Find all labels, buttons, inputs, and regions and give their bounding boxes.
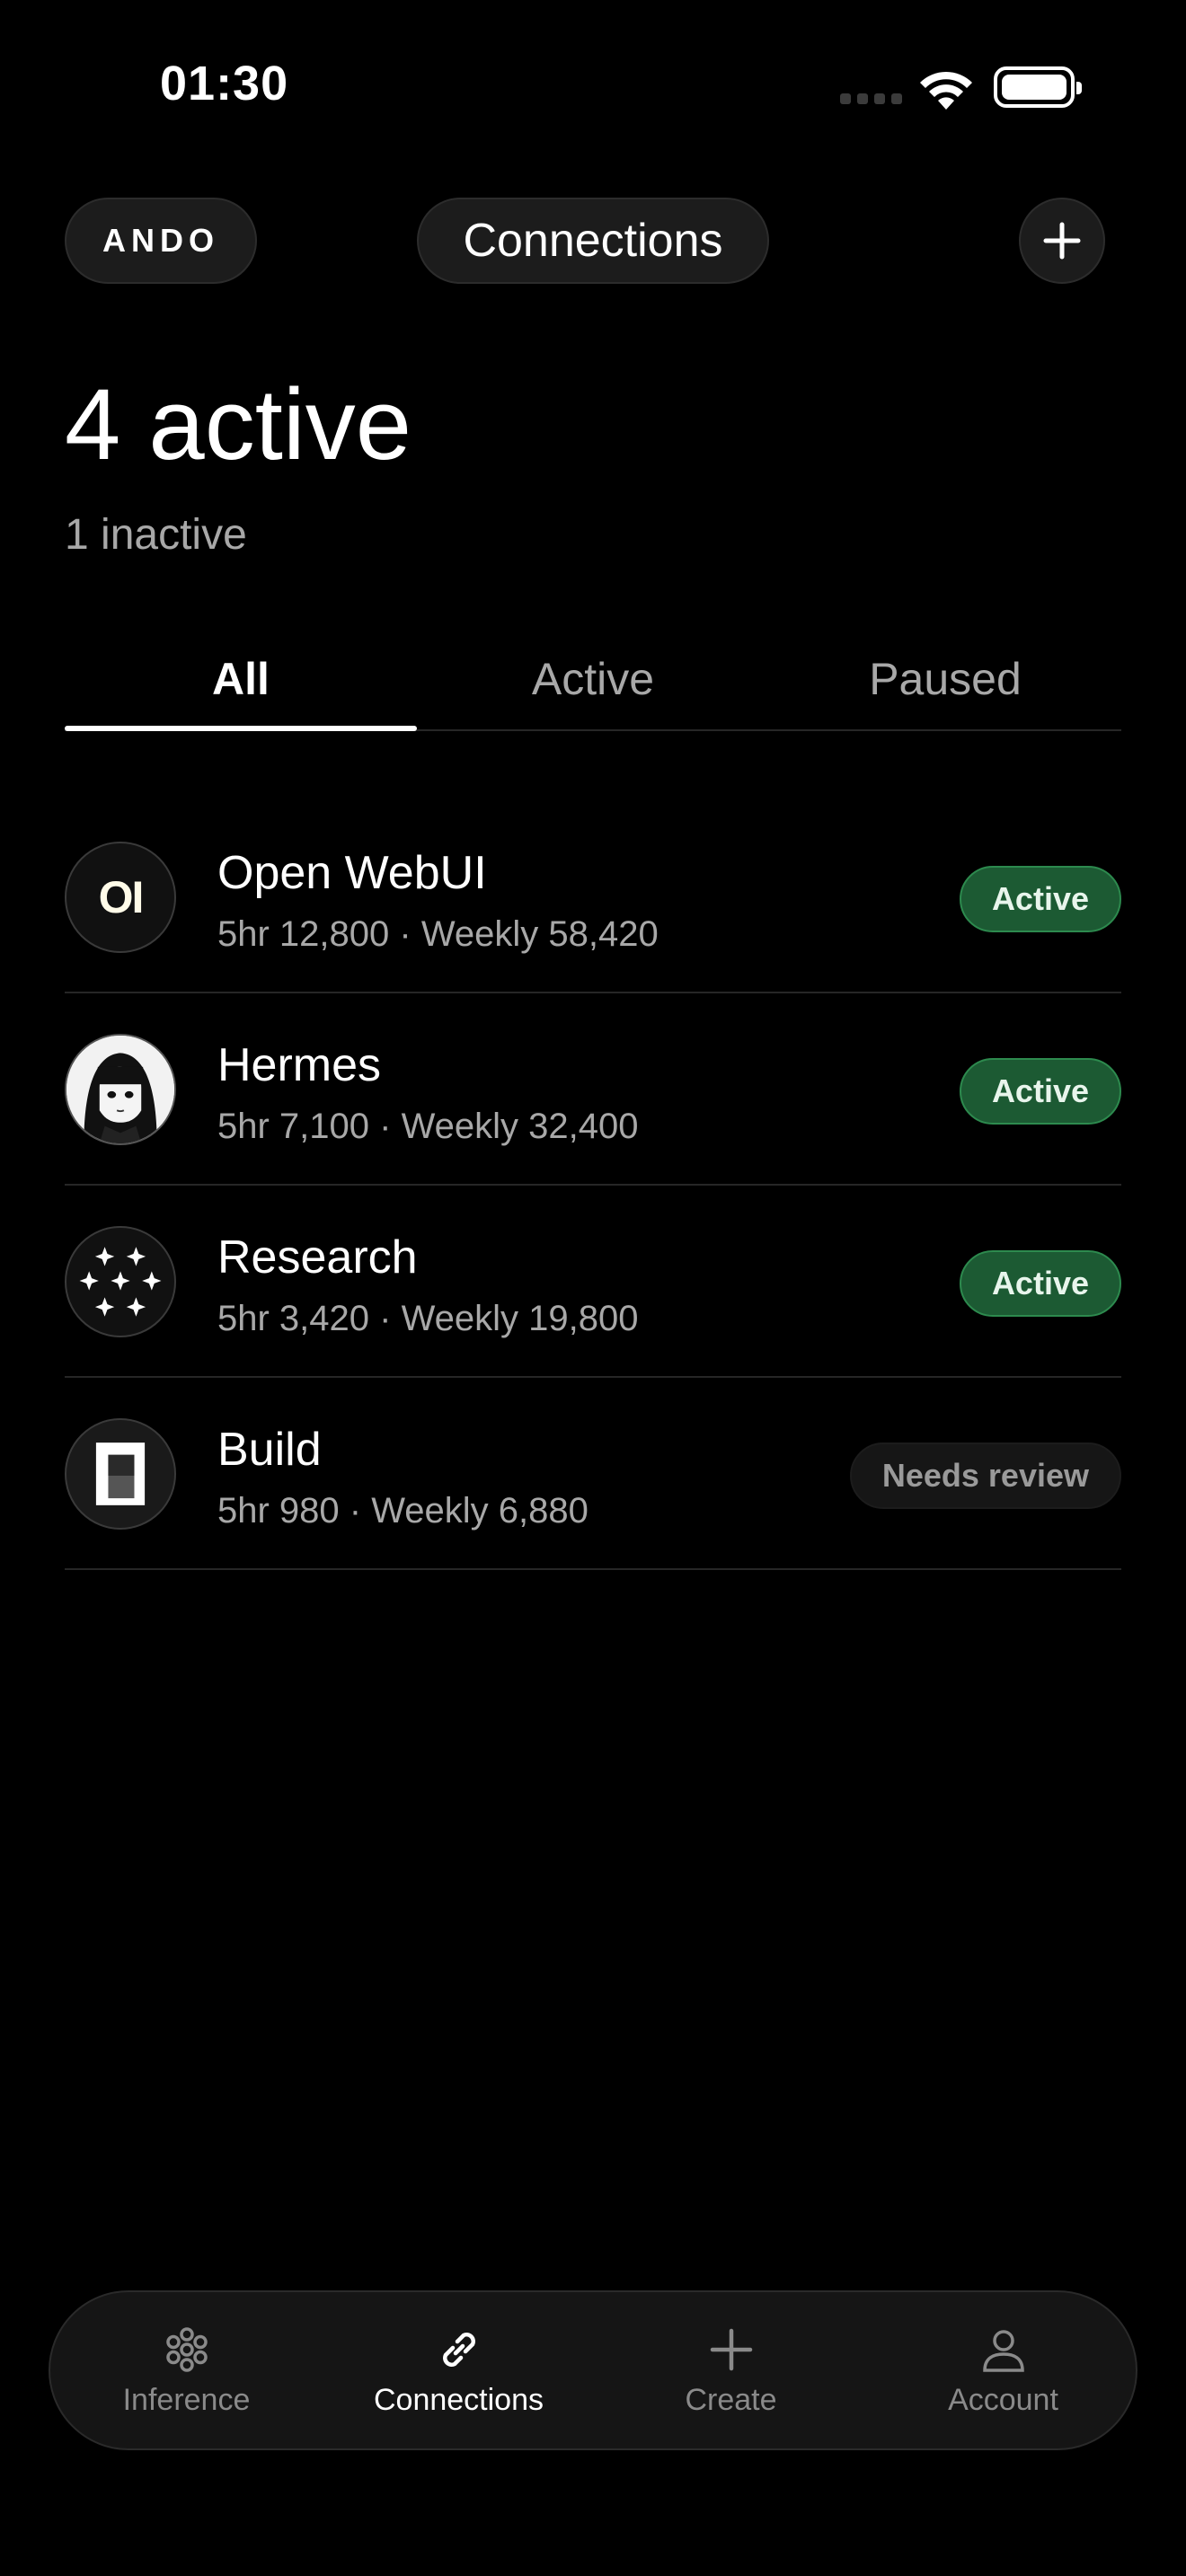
status-badge: Active bbox=[959, 1250, 1121, 1317]
connection-usage: 5hr 7,100 · Weekly 32,400 bbox=[217, 1107, 639, 1146]
connection-name: Hermes bbox=[217, 1039, 382, 1091]
status-time: 01:30 bbox=[160, 57, 289, 110]
connection-name: Build bbox=[217, 1424, 322, 1476]
nav-label: Connections bbox=[373, 2382, 544, 2417]
hermes-avatar-icon bbox=[65, 1034, 176, 1145]
connection-usage: 5hr 3,420 · Weekly 19,800 bbox=[217, 1299, 639, 1338]
status-badge: Needs review bbox=[849, 1442, 1121, 1509]
open-webui-logo-text: OI bbox=[98, 872, 145, 922]
filter-tabs: All Active Paused bbox=[65, 629, 1121, 731]
nav-inference[interactable]: Inference bbox=[50, 2292, 323, 2448]
tab-indicator bbox=[65, 726, 417, 731]
nav-account[interactable]: Account bbox=[867, 2292, 1139, 2448]
connection-usage: 5hr 12,800 · Weekly 58,420 bbox=[217, 914, 659, 954]
connection-list: OI Open WebUI 5hr 12,800 · Weekly 58,420… bbox=[65, 801, 1121, 1570]
active-count-title: 4 active bbox=[65, 368, 412, 481]
status-badge: Active bbox=[959, 866, 1121, 932]
page-title: Connections bbox=[417, 198, 769, 284]
nav-label: Create bbox=[685, 2382, 777, 2417]
open-webui-logo-icon: OI bbox=[65, 842, 176, 953]
connection-name: Open WebUI bbox=[217, 847, 487, 899]
list-item-open-webui[interactable]: OI Open WebUI 5hr 12,800 · Weekly 58,420… bbox=[65, 801, 1121, 993]
list-item-research[interactable]: Research 5hr 3,420 · Weekly 19,800 Activ… bbox=[65, 1186, 1121, 1378]
build-block-icon bbox=[65, 1418, 176, 1530]
person-icon bbox=[982, 2329, 1024, 2372]
link-icon bbox=[442, 2332, 475, 2367]
plus-icon bbox=[710, 2328, 752, 2370]
tab-paused[interactable]: Paused bbox=[769, 629, 1121, 729]
tab-active[interactable]: Active bbox=[417, 629, 769, 729]
list-item-build[interactable]: Build 5hr 980 · Weekly 6,880 Needs revie… bbox=[65, 1378, 1121, 1570]
flower-icon bbox=[165, 2326, 208, 2372]
connection-name: Research bbox=[217, 1231, 418, 1284]
tab-all[interactable]: All bbox=[65, 629, 417, 729]
nav-label: Account bbox=[948, 2382, 1058, 2417]
add-connection-button[interactable] bbox=[1019, 198, 1105, 284]
brand-button[interactable]: ANDO bbox=[65, 198, 257, 284]
wifi-icon bbox=[920, 71, 972, 110]
battery-icon bbox=[994, 66, 1082, 108]
nav-label: Inference bbox=[122, 2382, 251, 2417]
cellular-signal-icon bbox=[840, 93, 903, 106]
status-badge: Active bbox=[959, 1058, 1121, 1125]
inactive-count-subtitle: 1 inactive bbox=[65, 511, 247, 559]
nav-connections[interactable]: Connections bbox=[323, 2292, 595, 2448]
connection-usage: 5hr 980 · Weekly 6,880 bbox=[217, 1491, 589, 1531]
plus-icon bbox=[1043, 222, 1081, 260]
nav-create[interactable]: Create bbox=[595, 2292, 867, 2448]
bottom-nav: Inference Connections Create Account bbox=[49, 2290, 1137, 2450]
sparkles-grid-icon bbox=[65, 1226, 176, 1337]
list-item-hermes[interactable]: Hermes 5hr 7,100 · Weekly 32,400 Active bbox=[65, 993, 1121, 1186]
